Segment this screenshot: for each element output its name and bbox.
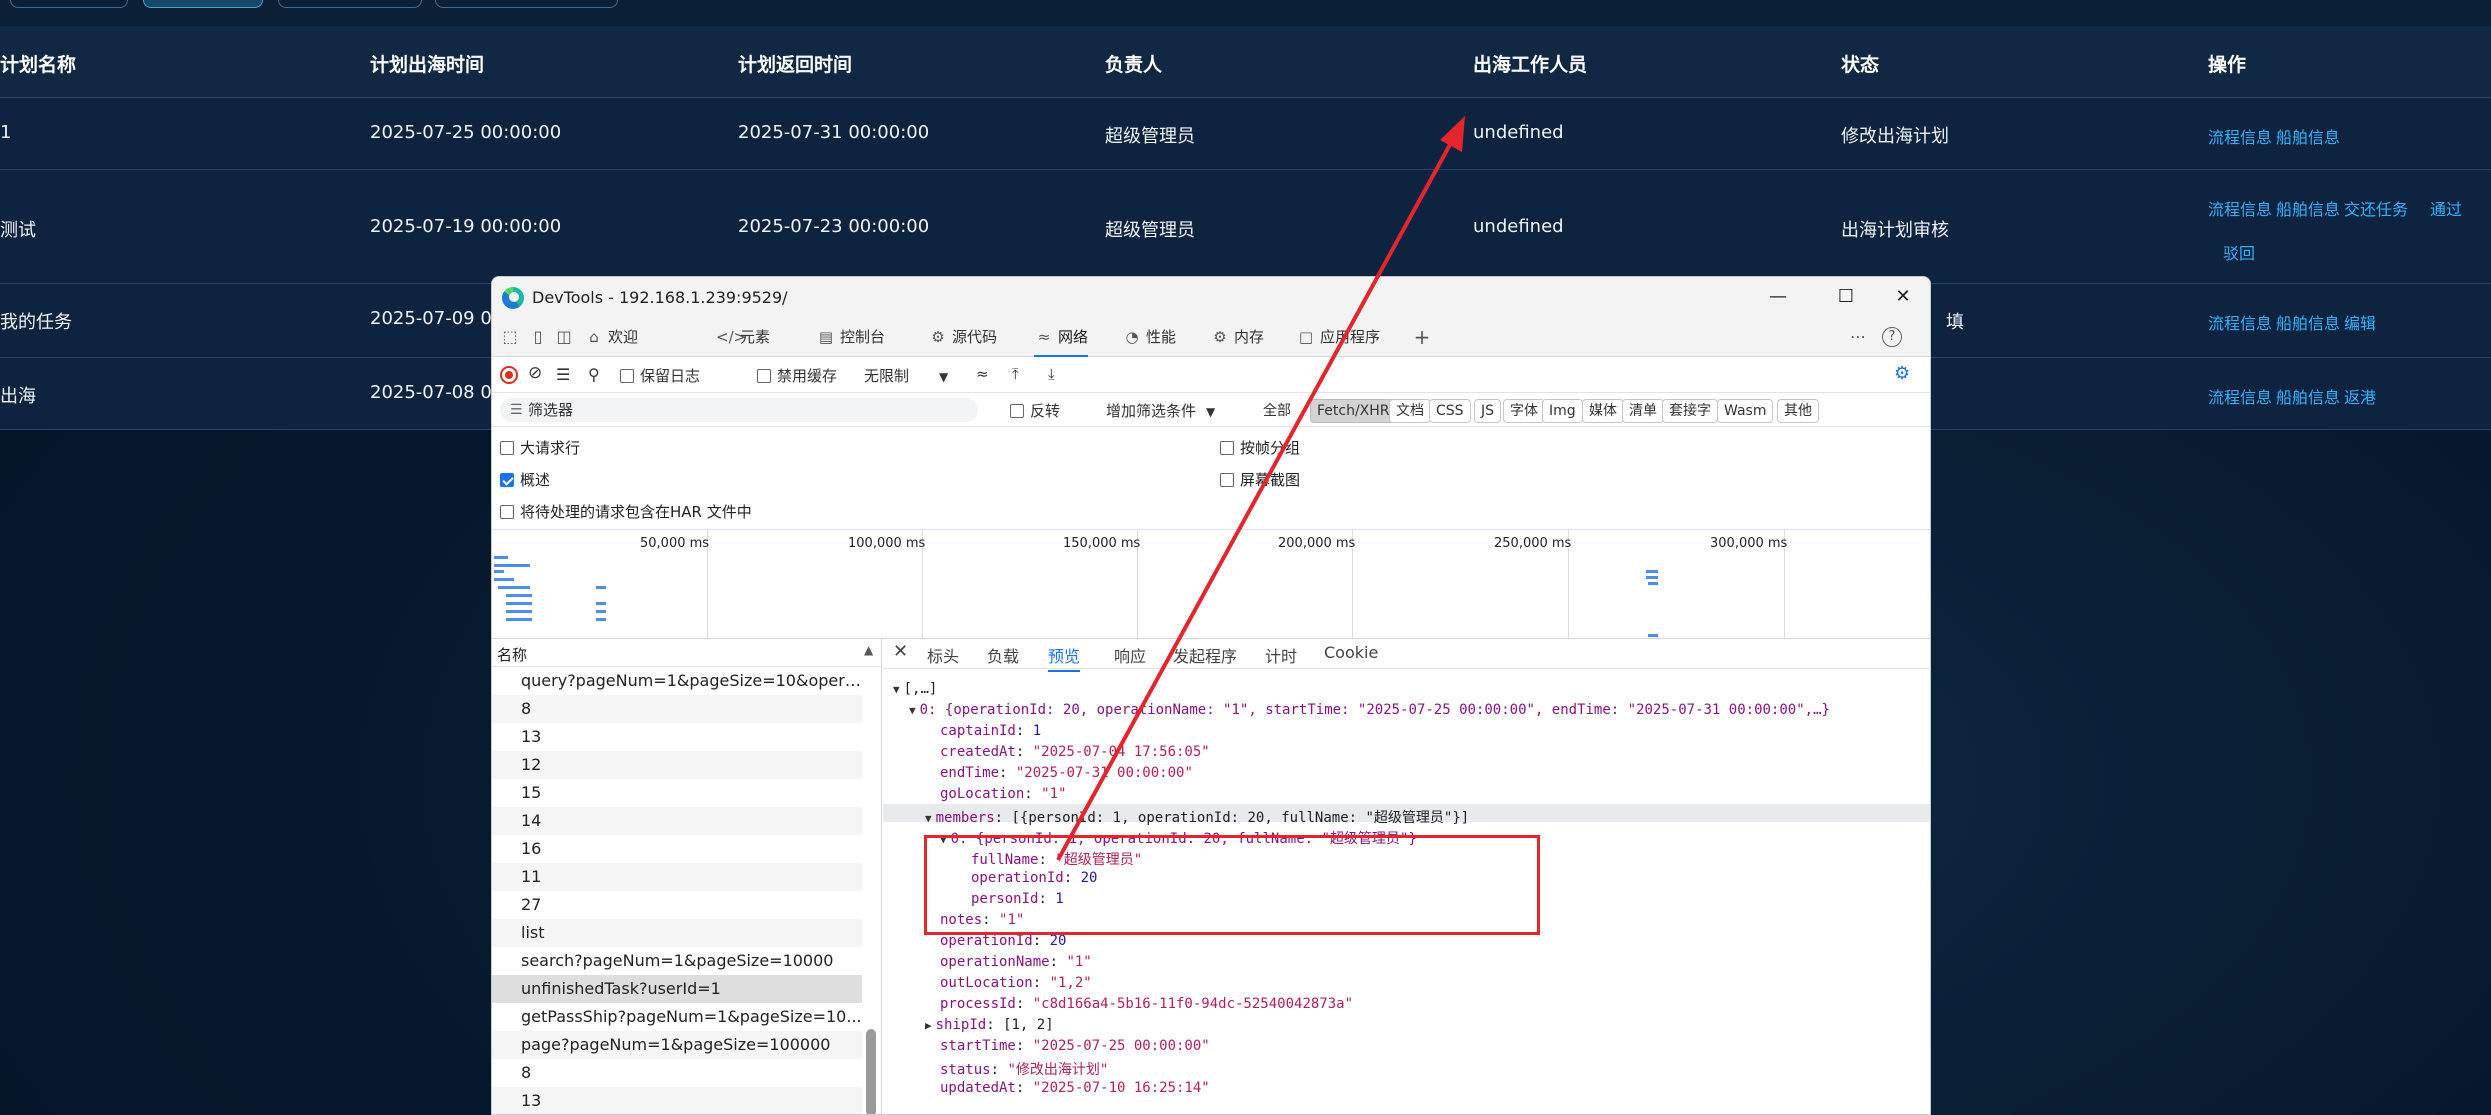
annotation-arrow — [1056, 116, 1465, 861]
